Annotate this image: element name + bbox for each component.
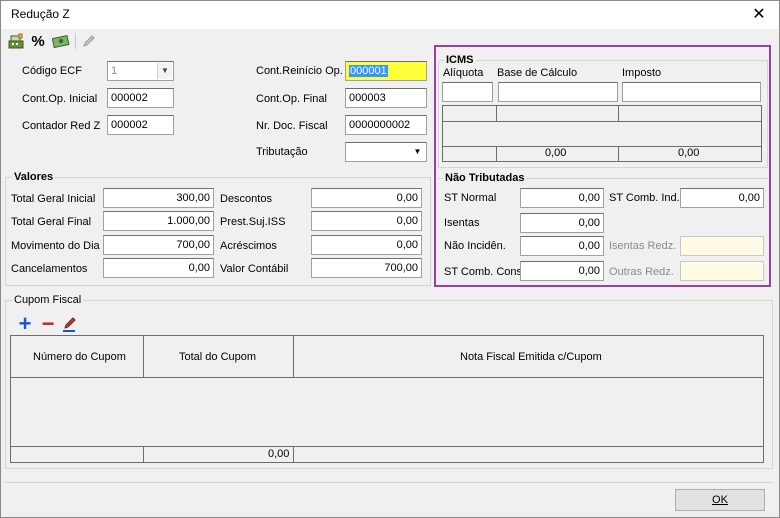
descontos-label: Descontos	[220, 193, 272, 205]
descontos-input[interactable]: 0,00	[311, 188, 422, 208]
total-geral-final-input[interactable]: 1.000,00	[103, 211, 214, 231]
nr-doc-fiscal-label: Nr. Doc. Fiscal	[256, 120, 328, 132]
cont-reinicio-label: Cont.Reinício Op.	[256, 65, 343, 77]
cupom-total-value: 0,00	[268, 448, 290, 460]
window-title: Redução Z	[11, 7, 70, 21]
column-header-numero[interactable]: Número do Cupom	[33, 351, 126, 363]
acrescimos-input[interactable]: 0,00	[311, 235, 422, 255]
total-geral-inicial-label: Total Geral Inicial	[11, 193, 96, 205]
money-icon[interactable]	[51, 32, 71, 50]
total-geral-final-label: Total Geral Final	[11, 216, 92, 228]
codigo-ecf-combo: 1 ▼	[107, 61, 174, 81]
edit-icon[interactable]	[61, 314, 79, 334]
cont-op-final-input[interactable]: 000003	[345, 88, 427, 108]
title-bar: Redução Z ✕	[1, 1, 779, 29]
cupom-fiscal-title: Cupom Fiscal	[12, 294, 84, 306]
cupom-grid[interactable]: Número do Cupom Total do Cupom Nota Fisc…	[10, 335, 764, 463]
highlight-box	[434, 45, 771, 287]
toolbar-separator	[75, 33, 76, 49]
remove-icon[interactable]: −	[39, 311, 57, 336]
cont-op-inicial-label: Cont.Op. Inicial	[22, 93, 98, 105]
tributacao-select[interactable]: ▼	[345, 142, 427, 162]
total-geral-inicial-input[interactable]: 300,00	[103, 188, 214, 208]
cancelamentos-input[interactable]: 0,00	[103, 258, 214, 278]
valor-contabil-label: Valor Contábil	[220, 263, 289, 275]
cont-op-final-label: Cont.Op. Final	[256, 93, 327, 105]
codigo-ecf-label: Código ECF	[22, 65, 82, 77]
movimento-dia-input[interactable]: 700,00	[103, 235, 214, 255]
cash-register-icon[interactable]	[7, 32, 25, 50]
chevron-down-icon[interactable]: ▼	[410, 144, 425, 160]
codigo-ecf-value: 1	[111, 65, 118, 77]
column-header-total[interactable]: Total do Cupom	[179, 351, 256, 363]
acrescimos-label: Acréscimos	[220, 240, 277, 252]
valores-title: Valores	[12, 171, 56, 183]
close-icon[interactable]: ✕	[749, 4, 769, 24]
footer-divider	[5, 482, 773, 483]
ok-button[interactable]: OK	[675, 489, 765, 511]
pencil-icon	[80, 32, 98, 50]
contador-red-z-input[interactable]: 000002	[107, 115, 174, 135]
cont-op-inicial-input[interactable]: 000002	[107, 88, 174, 108]
chevron-down-icon: ▼	[157, 63, 172, 79]
tributacao-label: Tributação	[256, 146, 308, 158]
nr-doc-fiscal-input[interactable]: 0000000002	[345, 115, 427, 135]
movimento-dia-label: Movimento do Dia	[11, 240, 100, 252]
valor-contabil-input[interactable]: 700,00	[311, 258, 422, 278]
reducao-z-window: Redução Z ✕ % Código ECF 1 ▼ Cont.Op. In…	[0, 0, 780, 518]
column-header-nota-fiscal[interactable]: Nota Fiscal Emitida c/Cupom	[460, 351, 602, 363]
contador-red-z-label: Contador Red Z	[22, 120, 101, 132]
cancelamentos-label: Cancelamentos	[11, 263, 88, 275]
cont-reinicio-value: 000001	[349, 65, 388, 77]
add-icon[interactable]: +	[16, 311, 34, 336]
prest-suj-iss-input[interactable]: 0,00	[311, 211, 422, 231]
percent-icon[interactable]: %	[29, 31, 47, 51]
ok-label: OK	[712, 494, 728, 506]
prest-suj-iss-label: Prest.Suj.ISS	[220, 216, 286, 228]
cont-reinicio-input[interactable]: 000001	[345, 61, 427, 81]
